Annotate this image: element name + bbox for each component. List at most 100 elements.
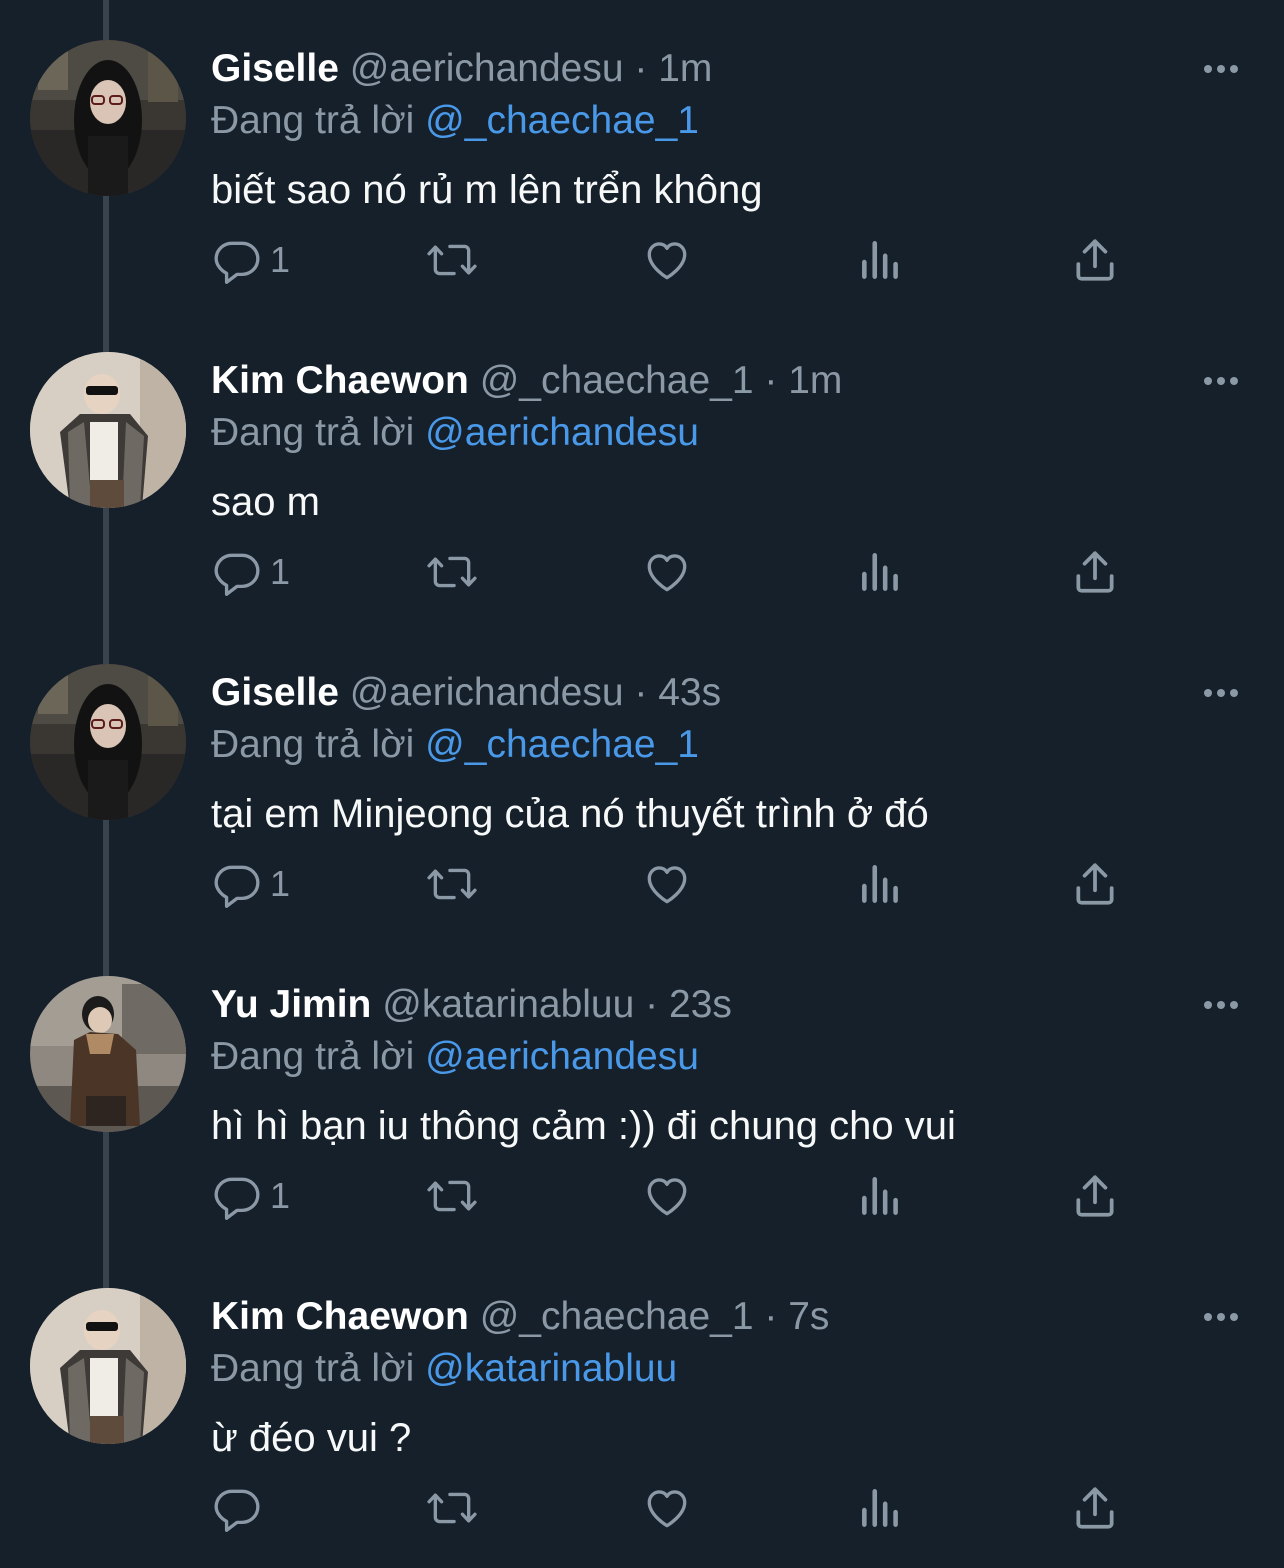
reply-button[interactable]: 1	[212, 542, 290, 602]
more-options-button[interactable]	[1196, 366, 1246, 396]
retweet-button[interactable]	[424, 230, 480, 290]
user-handle[interactable]: @_chaechae_1	[480, 359, 754, 402]
display-name[interactable]: Giselle	[211, 47, 339, 90]
timestamp[interactable]: 1m	[658, 47, 712, 90]
separator-dot: ·	[634, 671, 648, 714]
more-options-button[interactable]	[1196, 990, 1246, 1020]
retweet-icon	[427, 1180, 477, 1212]
replying-to: Đang trả lời @katarinabluu	[211, 1344, 677, 1394]
mention-link[interactable]: @aerichandesu	[425, 411, 699, 454]
like-button[interactable]	[640, 542, 694, 602]
user-handle[interactable]: @aerichandesu	[350, 671, 624, 714]
tweet-actions: 1	[0, 854, 1284, 914]
avatar[interactable]	[30, 40, 186, 196]
tweet-header: Kim Chaewon @_chaechae_1 · 7s	[211, 1292, 829, 1342]
more-icon-dot	[1204, 65, 1212, 73]
more-options-button[interactable]	[1196, 54, 1246, 84]
replying-to: Đang trả lời @_chaechae_1	[211, 720, 699, 770]
display-name[interactable]: Kim Chaewon	[211, 359, 469, 402]
more-icon-dot	[1204, 689, 1212, 697]
views-button[interactable]	[858, 854, 904, 914]
tweet[interactable]: Kim Chaewon @_chaechae_1 · 1m Đang trả l…	[0, 312, 1284, 624]
reply-button[interactable]: 1	[212, 1166, 290, 1226]
giselle-avatar-image	[30, 40, 186, 196]
separator-dot: ·	[634, 47, 648, 90]
user-handle[interactable]: @aerichandesu	[350, 47, 624, 90]
share-button[interactable]	[1070, 1478, 1120, 1538]
share-button[interactable]	[1070, 854, 1120, 914]
avatar[interactable]	[30, 976, 186, 1132]
timestamp[interactable]: 43s	[658, 671, 721, 714]
display-name[interactable]: Yu Jimin	[211, 983, 371, 1026]
more-options-button[interactable]	[1196, 678, 1246, 708]
tweet-text: hì hì bạn iu thông cảm :)) đi chung cho …	[211, 1104, 956, 1148]
avatar[interactable]	[30, 1288, 186, 1444]
retweet-button[interactable]	[424, 542, 480, 602]
display-name[interactable]: Kim Chaewon	[211, 1295, 469, 1338]
reply-icon	[214, 1489, 260, 1532]
timestamp[interactable]: 1m	[788, 359, 842, 402]
views-icon	[862, 1489, 898, 1527]
reply-count: 1	[270, 239, 291, 280]
tweet-header: Giselle @aerichandesu · 43s	[211, 668, 721, 718]
mention-link[interactable]: @katarinabluu	[425, 1347, 677, 1390]
tweet-actions: 1	[0, 230, 1284, 290]
reply-button[interactable]: 1	[212, 230, 290, 290]
reply-icon	[214, 1177, 260, 1220]
replying-to-label: Đang trả lời	[211, 1347, 415, 1390]
heart-icon	[647, 1490, 687, 1528]
mention-link[interactable]: @_chaechae_1	[425, 723, 699, 766]
heart-icon	[647, 242, 687, 280]
replying-to: Đang trả lời @_chaechae_1	[211, 96, 699, 146]
more-icon-dot	[1230, 1001, 1238, 1009]
user-handle[interactable]: @katarinabluu	[382, 983, 634, 1026]
more-icon-dot	[1217, 65, 1225, 73]
share-icon	[1076, 863, 1114, 905]
views-button[interactable]	[858, 230, 904, 290]
avatar[interactable]	[30, 352, 186, 508]
retweet-icon	[427, 244, 477, 276]
timestamp[interactable]: 7s	[788, 1295, 829, 1338]
display-name[interactable]: Giselle	[211, 671, 339, 714]
tweet-header: Yu Jimin @katarinabluu · 23s	[211, 980, 732, 1030]
user-handle[interactable]: @_chaechae_1	[480, 1295, 754, 1338]
share-icon	[1076, 1487, 1114, 1529]
retweet-button[interactable]	[424, 1166, 480, 1226]
views-button[interactable]	[858, 1478, 904, 1538]
tweet[interactable]: Giselle @aerichandesu · 1m Đang trả lời …	[0, 0, 1284, 312]
tweet[interactable]: Giselle @aerichandesu · 43s Đang trả lời…	[0, 624, 1284, 936]
retweet-icon	[427, 556, 477, 588]
heart-icon	[647, 866, 687, 904]
heart-icon	[647, 1178, 687, 1216]
share-button[interactable]	[1070, 1166, 1120, 1226]
tweet[interactable]: Kim Chaewon @_chaechae_1 · 7s Đang trả l…	[0, 1248, 1284, 1560]
more-icon-dot	[1217, 1313, 1225, 1321]
reply-icon	[214, 241, 260, 284]
reply-button[interactable]	[212, 1478, 270, 1538]
tweet-text: tại em Minjeong của nó thuyết trình ở đó	[211, 792, 929, 836]
retweet-button[interactable]	[424, 854, 480, 914]
timestamp[interactable]: 23s	[669, 983, 732, 1026]
mention-link[interactable]: @_chaechae_1	[425, 99, 699, 142]
like-button[interactable]	[640, 1166, 694, 1226]
replying-to-label: Đang trả lời	[211, 99, 415, 142]
tweet-header: Giselle @aerichandesu · 1m	[211, 44, 712, 94]
retweet-icon	[427, 1492, 477, 1524]
views-button[interactable]	[858, 542, 904, 602]
like-button[interactable]	[640, 230, 694, 290]
replying-to: Đang trả lời @aerichandesu	[211, 408, 699, 458]
tweet[interactable]: Yu Jimin @katarinabluu · 23s Đang trả lờ…	[0, 936, 1284, 1248]
more-icon-dot	[1217, 1001, 1225, 1009]
like-button[interactable]	[640, 854, 694, 914]
avatar[interactable]	[30, 664, 186, 820]
like-button[interactable]	[640, 1478, 694, 1538]
views-button[interactable]	[858, 1166, 904, 1226]
retweet-button[interactable]	[424, 1478, 480, 1538]
mention-link[interactable]: @aerichandesu	[425, 1035, 699, 1078]
share-button[interactable]	[1070, 230, 1120, 290]
replying-to-label: Đang trả lời	[211, 723, 415, 766]
share-button[interactable]	[1070, 542, 1120, 602]
more-options-button[interactable]	[1196, 1302, 1246, 1332]
share-icon	[1076, 239, 1114, 281]
reply-button[interactable]: 1	[212, 854, 290, 914]
